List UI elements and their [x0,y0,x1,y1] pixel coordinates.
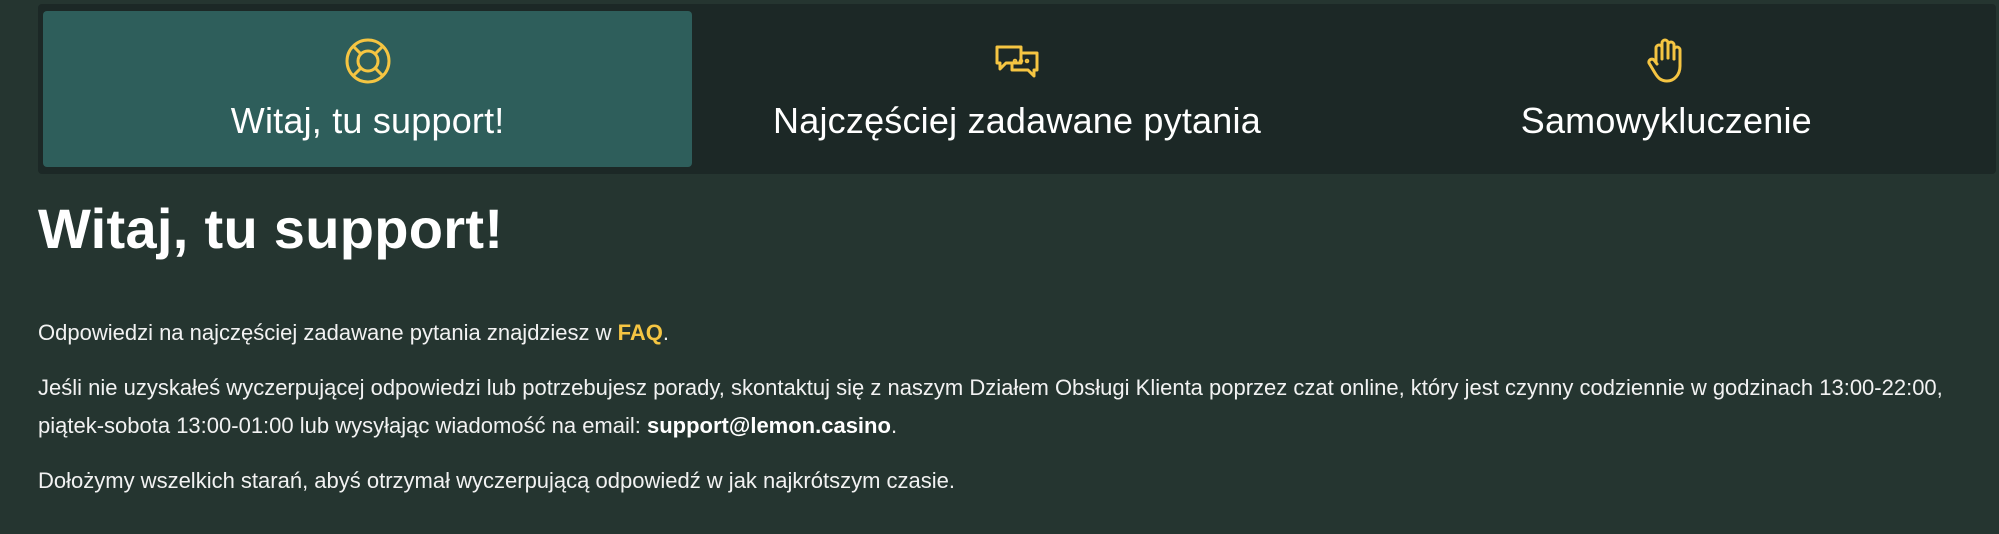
faq-paragraph: Odpowiedzi na najczęściej zadawane pytan… [38,314,1968,352]
support-tab-bar: Witaj, tu support! Najczęściej zadawane … [38,4,1996,174]
lifebuoy-icon [343,36,393,86]
faq-text-end: . [662,320,670,345]
tab-self-exclusion[interactable]: Samowykluczenie [1342,11,1991,167]
tab-label: Samowykluczenie [1520,100,1812,141]
support-email: support@lemon.casino [647,413,891,438]
assurance-paragraph: Dołożymy wszelkich starań, abyś otrzymał… [38,468,955,493]
faq-link[interactable]: FAQ [618,320,663,345]
support-content: Witaj, tu support! Odpowiedzi na najczęś… [38,190,1968,517]
chat-bubbles-icon [992,36,1042,86]
page-title: Witaj, tu support! [38,197,504,260]
raised-hand-icon [1641,36,1691,86]
tab-label: Witaj, tu support! [230,100,505,141]
contact-text: Jeśli nie uzyskałeś wyczerpującej odpowi… [38,375,1943,438]
tab-faq[interactable]: Najczęściej zadawane pytania [692,11,1341,167]
contact-text-end: . [890,413,898,438]
faq-text: Odpowiedzi na najczęściej zadawane pytan… [38,320,618,345]
contact-paragraph: Jeśli nie uzyskałeś wyczerpującej odpowi… [38,369,1968,445]
tab-label: Najczęściej zadawane pytania [773,100,1261,141]
tab-welcome-support[interactable]: Witaj, tu support! [43,11,693,167]
